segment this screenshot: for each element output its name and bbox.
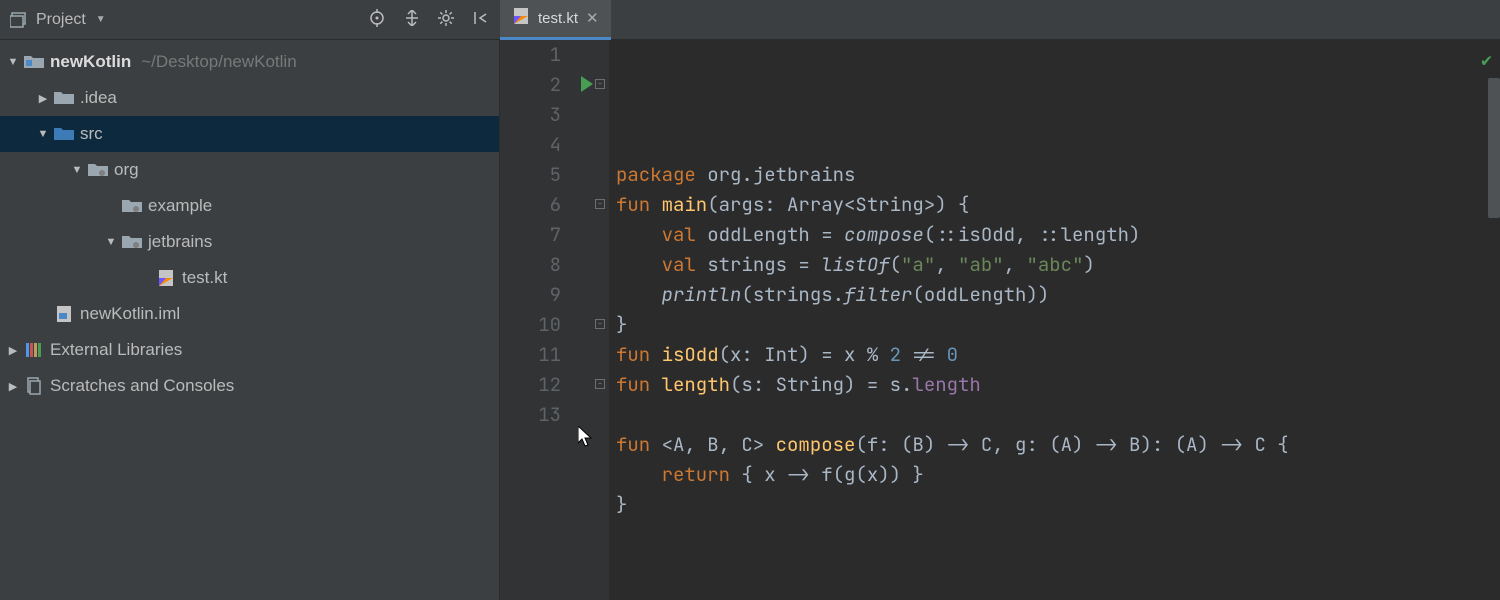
module-folder-icon [22,54,46,70]
mouse-cursor-icon [578,426,594,448]
code-line[interactable] [616,400,1500,430]
line-number-gutter[interactable]: 12−3456−78910−1112−13 [500,40,610,600]
line-number[interactable]: 8 [500,250,561,280]
code-line[interactable]: } [616,490,1500,520]
line-number[interactable]: 7 [500,220,561,250]
line-number[interactable]: 12− [500,370,561,400]
tree-item-file-test-kt[interactable]: ▶ test.kt [0,260,499,296]
hide-panel-icon[interactable] [472,10,488,30]
locate-icon[interactable] [368,9,386,31]
tree-item-example[interactable]: ▶ example [0,188,499,224]
editor-area: 12−3456−78910−1112−13 ✔ package org.jetb… [500,40,1500,600]
tree-label: newKotlin.iml [80,304,180,324]
tree-label: External Libraries [50,340,182,360]
fold-toggle-icon[interactable]: − [595,79,605,89]
tree-label: Scratches and Consoles [50,376,234,396]
code-line[interactable] [616,520,1500,550]
project-tree: ▼ newKotlin ~/Desktop/newKotlin ▶ .idea … [0,40,499,404]
tree-item-external-libraries[interactable]: ▶ External Libraries [0,332,499,368]
line-number[interactable]: 1 [500,40,561,70]
project-tree-panel: ▼ newKotlin ~/Desktop/newKotlin ▶ .idea … [0,40,500,600]
source-folder-icon [52,126,76,142]
tree-label: .idea [80,88,117,108]
tree-item-jetbrains[interactable]: ▼ jetbrains [0,224,499,260]
line-number[interactable]: 5 [500,160,561,190]
code-line[interactable]: return { x -> f(g(x)) } [616,460,1500,490]
package-folder-icon [120,234,144,250]
editor-tab-label: test.kt [538,10,578,27]
expand-arrow-icon[interactable]: ▶ [4,380,22,393]
expand-arrow-icon[interactable]: ▶ [34,92,52,105]
inspection-ok-icon[interactable]: ✔ [1481,46,1492,76]
expand-arrow-icon[interactable]: ▶ [4,344,22,357]
close-tab-icon[interactable]: ✕ [586,9,599,27]
settings-gear-icon[interactable] [438,10,454,30]
project-toolbar-actions [368,9,488,31]
tree-label: src [80,124,103,144]
tree-label: newKotlin [50,52,131,72]
fold-toggle-icon[interactable]: − [595,379,605,389]
tree-label: test.kt [182,268,227,288]
expand-arrow-icon[interactable]: ▼ [34,128,52,140]
fold-toggle-icon[interactable]: − [595,199,605,209]
tree-project-root[interactable]: ▼ newKotlin ~/Desktop/newKotlin [0,44,499,80]
code-line[interactable]: package org.jetbrains [616,160,1500,190]
code-line[interactable]: val oddLength = compose(::isOdd, ::lengt… [616,220,1500,250]
line-number[interactable]: 11 [500,340,561,370]
code-line[interactable]: fun length(s: String) = s.length [616,370,1500,400]
code-line[interactable]: } [616,310,1500,340]
expand-all-icon[interactable] [404,10,420,30]
folder-icon [52,90,76,106]
code-line[interactable]: val strings = listOf("a", "ab", "abc") [616,250,1500,280]
line-number[interactable]: 6− [500,190,561,220]
tree-item-idea[interactable]: ▶ .idea [0,80,499,116]
line-number[interactable]: 4 [500,130,561,160]
kotlin-file-icon [154,269,178,287]
code-line[interactable]: fun main(args: Array<String>) { [616,190,1500,220]
expand-arrow-icon[interactable]: ▼ [102,236,120,248]
tree-label: jetbrains [148,232,212,252]
line-number[interactable]: 9 [500,280,561,310]
tree-label: org [114,160,139,180]
tree-path: ~/Desktop/newKotlin [141,52,296,72]
line-number[interactable]: 10− [500,310,561,340]
project-toolbar: Project ▼ [0,9,500,31]
project-view-icon [10,12,30,28]
code-content[interactable]: ✔ package org.jetbrainsfun main(args: Ar… [610,40,1500,600]
fold-toggle-icon[interactable]: − [595,319,605,329]
code-line[interactable]: fun isOdd(x: Int) = x % 2 != 0 [616,340,1500,370]
project-view-label[interactable]: Project [36,11,86,29]
tree-label: example [148,196,212,216]
tree-item-iml[interactable]: ▶ newKotlin.iml [0,296,499,332]
line-number[interactable]: 2− [500,70,561,100]
expand-arrow-icon[interactable]: ▼ [4,56,22,68]
top-bar: Project ▼ test.kt ✕ [0,0,1500,40]
project-view-dropdown-icon[interactable]: ▼ [96,14,106,25]
editor-scrollbar[interactable] [1488,78,1500,218]
editor-tab[interactable]: test.kt ✕ [500,0,611,40]
code-line[interactable]: println(strings.filter(oddLength)) [616,280,1500,310]
line-number[interactable]: 13 [500,400,561,430]
kotlin-file-icon [512,7,530,29]
expand-arrow-icon[interactable]: ▼ [68,164,86,176]
run-gutter-icon[interactable] [581,76,593,92]
libraries-icon [22,341,46,359]
main-split: ▼ newKotlin ~/Desktop/newKotlin ▶ .idea … [0,40,1500,600]
code-line[interactable]: fun <A, B, C> compose(f: (B) -> C, g: (A… [616,430,1500,460]
tree-item-scratches[interactable]: ▶ Scratches and Consoles [0,368,499,404]
tree-item-org[interactable]: ▼ org [0,152,499,188]
tree-item-src[interactable]: ▼ src [0,116,499,152]
scratches-icon [22,377,46,395]
package-folder-icon [120,198,144,214]
line-number[interactable]: 3 [500,100,561,130]
module-file-icon [52,305,76,323]
editor-tab-bar-area: test.kt ✕ [500,0,1500,40]
package-folder-icon [86,162,110,178]
code-editor[interactable]: 12−3456−78910−1112−13 ✔ package org.jetb… [500,40,1500,600]
